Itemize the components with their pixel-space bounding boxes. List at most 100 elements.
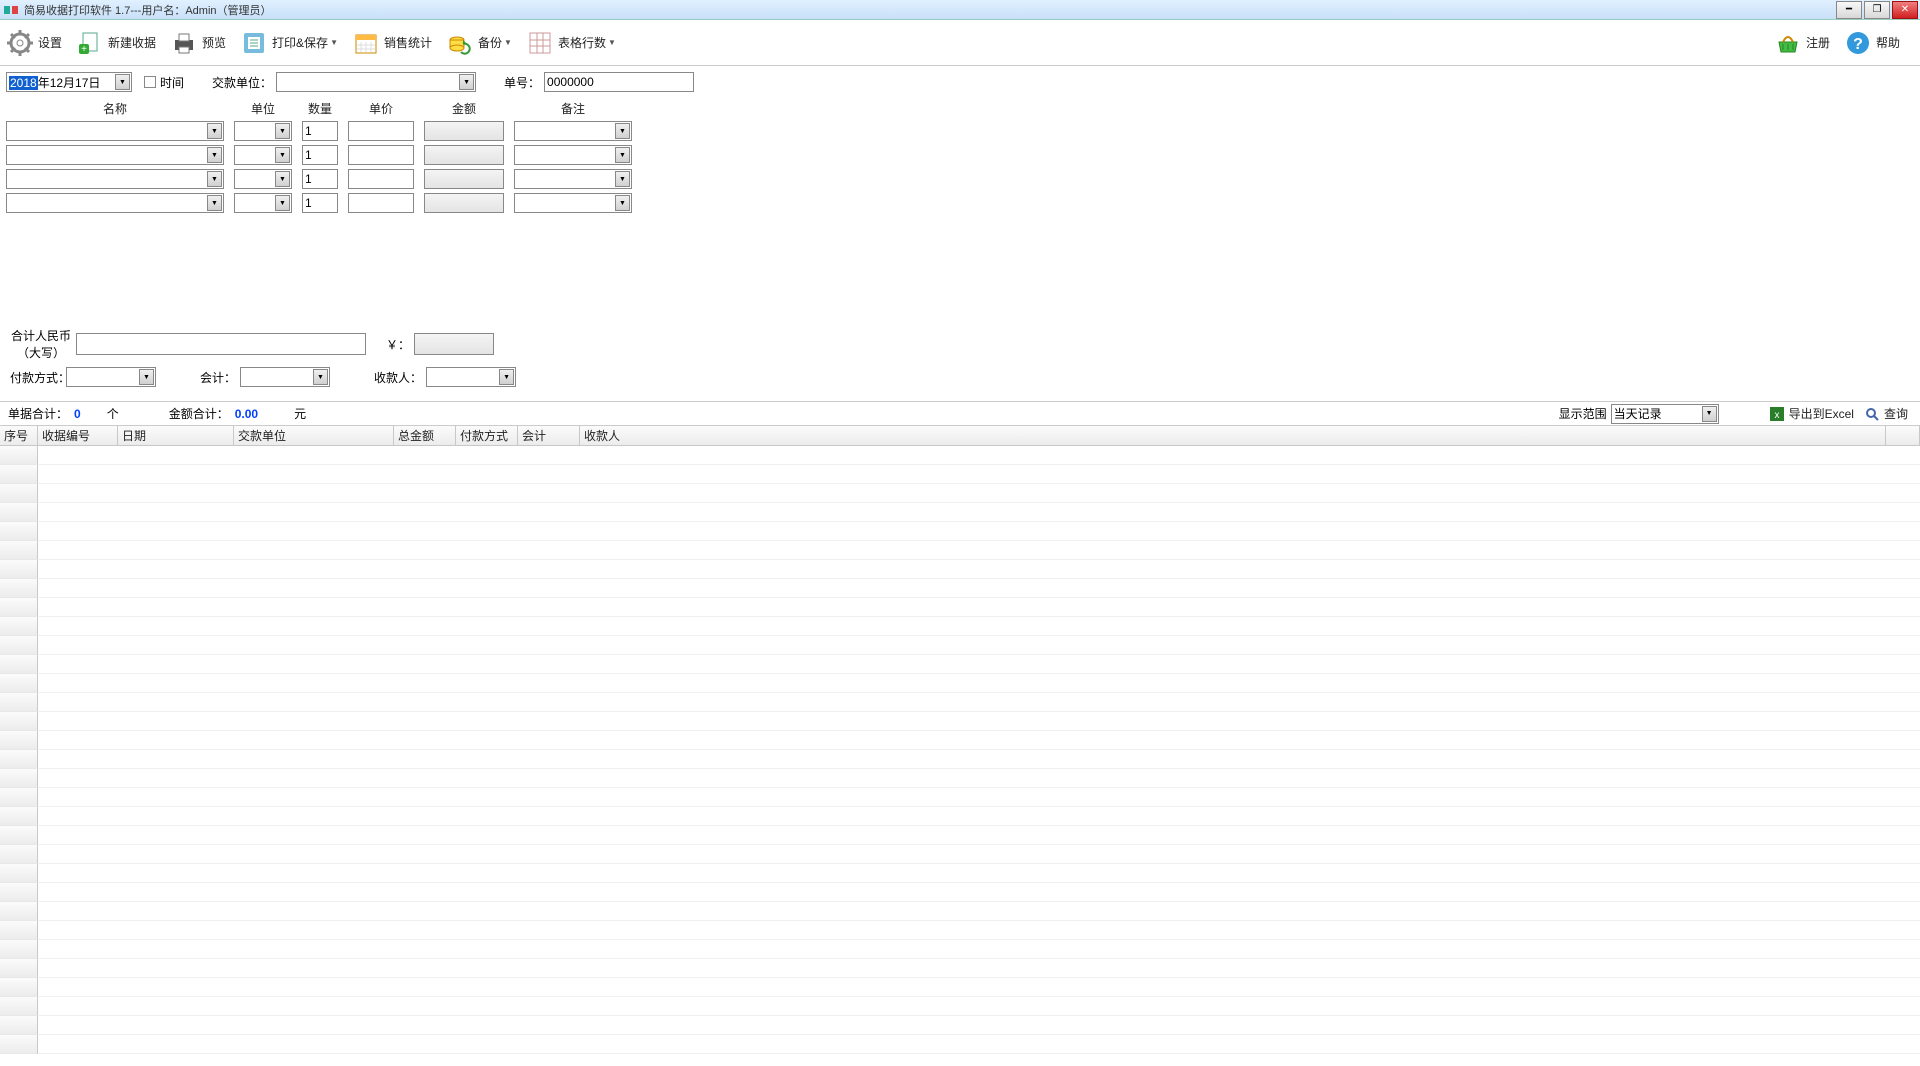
minimize-button[interactable]: ━ xyxy=(1836,1,1862,19)
table-row[interactable] xyxy=(0,1016,1920,1035)
row-header xyxy=(0,712,38,731)
maximize-button[interactable]: ❐ xyxy=(1864,1,1890,19)
close-button[interactable]: ✕ xyxy=(1892,1,1918,19)
col-accountant[interactable]: 会计 xyxy=(518,426,580,445)
table-row[interactable] xyxy=(0,560,1920,579)
item-qty-input[interactable] xyxy=(302,121,338,141)
item-qty-input[interactable] xyxy=(302,193,338,213)
export-excel-button[interactable]: x 导出到Excel xyxy=(1769,405,1854,422)
item-unit-combo[interactable]: ▼ xyxy=(234,145,292,165)
table-row[interactable] xyxy=(0,598,1920,617)
item-price-input[interactable] xyxy=(348,145,414,165)
table-row[interactable] xyxy=(0,807,1920,826)
preview-button[interactable]: 预览 xyxy=(170,29,226,57)
table-row[interactable] xyxy=(0,769,1920,788)
item-remark-combo[interactable]: ▼ xyxy=(514,145,632,165)
item-amount-input[interactable] xyxy=(424,121,504,141)
table-row[interactable] xyxy=(0,503,1920,522)
col-paymethod[interactable]: 付款方式 xyxy=(456,426,518,445)
query-button[interactable]: 查询 xyxy=(1864,405,1908,422)
row-header xyxy=(0,883,38,902)
item-price-input[interactable] xyxy=(348,169,414,189)
table-row[interactable] xyxy=(0,959,1920,978)
sales-stats-button[interactable]: 销售统计 xyxy=(352,29,432,57)
table-row[interactable] xyxy=(0,750,1920,769)
payee-combo[interactable]: ▼ xyxy=(426,367,516,387)
item-name-combo[interactable]: ▼ xyxy=(6,169,224,189)
docno-input[interactable] xyxy=(544,72,694,92)
chevron-down-icon: ▼ xyxy=(207,195,222,211)
col-seq[interactable]: 序号 xyxy=(0,426,38,445)
row-header xyxy=(0,902,38,921)
backup-button[interactable]: 备份 ▼ xyxy=(446,29,512,57)
table-row[interactable] xyxy=(0,522,1920,541)
item-row: ▼ ▼ ▼ xyxy=(6,145,1914,165)
table-row[interactable] xyxy=(0,864,1920,883)
accountant-combo[interactable]: ▼ xyxy=(240,367,330,387)
preview-label: 预览 xyxy=(202,34,226,51)
table-row[interactable] xyxy=(0,693,1920,712)
backup-label: 备份 xyxy=(478,34,502,51)
col-payee[interactable]: 收款人 xyxy=(580,426,1886,445)
item-qty-input[interactable] xyxy=(302,169,338,189)
item-amount-input[interactable] xyxy=(424,169,504,189)
time-checkbox[interactable] xyxy=(144,76,156,88)
table-row[interactable] xyxy=(0,712,1920,731)
register-button[interactable]: 注册 xyxy=(1774,29,1830,57)
table-row[interactable] xyxy=(0,845,1920,864)
date-picker[interactable]: 2018年12月17日 ▼ xyxy=(6,72,132,92)
item-name-combo[interactable]: ▼ xyxy=(6,121,224,141)
item-amount-input[interactable] xyxy=(424,193,504,213)
table-row[interactable] xyxy=(0,446,1920,465)
item-qty-input[interactable] xyxy=(302,145,338,165)
table-body[interactable] xyxy=(0,446,1920,1066)
pay-method-combo[interactable]: ▼ xyxy=(66,367,156,387)
table-row[interactable] xyxy=(0,655,1920,674)
item-remark-combo[interactable]: ▼ xyxy=(514,169,632,189)
item-price-input[interactable] xyxy=(348,193,414,213)
help-button[interactable]: ? 帮助 xyxy=(1844,29,1900,57)
table-row[interactable] xyxy=(0,883,1920,902)
table-row[interactable] xyxy=(0,731,1920,750)
item-name-combo[interactable]: ▼ xyxy=(6,145,224,165)
table-row[interactable] xyxy=(0,940,1920,959)
col-total[interactable]: 总金额 xyxy=(394,426,456,445)
table-rows-button[interactable]: 表格行数 ▼ xyxy=(526,29,616,57)
total-amount-input[interactable] xyxy=(414,333,494,355)
print-save-button[interactable]: 打印&保存 ▼ xyxy=(240,29,338,57)
item-remark-combo[interactable]: ▼ xyxy=(514,121,632,141)
item-unit-combo[interactable]: ▼ xyxy=(234,121,292,141)
table-row[interactable] xyxy=(0,921,1920,940)
range-combo[interactable]: 当天记录▼ xyxy=(1611,404,1719,424)
col-date[interactable]: 日期 xyxy=(118,426,234,445)
table-row[interactable] xyxy=(0,826,1920,845)
chevron-down-icon: ▼ xyxy=(275,171,290,187)
gear-icon xyxy=(6,29,34,57)
item-unit-combo[interactable]: ▼ xyxy=(234,193,292,213)
table-row[interactable] xyxy=(0,902,1920,921)
table-row[interactable] xyxy=(0,997,1920,1016)
col-payer[interactable]: 交款单位 xyxy=(234,426,394,445)
table-row[interactable] xyxy=(0,617,1920,636)
col-receipt-no[interactable]: 收据编号 xyxy=(38,426,118,445)
settings-button[interactable]: 设置 xyxy=(6,29,62,57)
table-row[interactable] xyxy=(0,579,1920,598)
table-row[interactable] xyxy=(0,636,1920,655)
table-row[interactable] xyxy=(0,978,1920,997)
table-row[interactable] xyxy=(0,484,1920,503)
item-price-input[interactable] xyxy=(348,121,414,141)
table-row[interactable] xyxy=(0,465,1920,484)
new-receipt-button[interactable]: + 新建收据 xyxy=(76,29,156,57)
total-rmb-words-input[interactable] xyxy=(76,333,366,355)
table-row[interactable] xyxy=(0,541,1920,560)
item-unit-combo[interactable]: ▼ xyxy=(234,169,292,189)
item-remark-combo[interactable]: ▼ xyxy=(514,193,632,213)
item-amount-input[interactable] xyxy=(424,145,504,165)
table-row[interactable] xyxy=(0,1035,1920,1054)
payer-combo[interactable]: ▼ xyxy=(276,72,476,92)
table-row[interactable] xyxy=(0,788,1920,807)
table-row[interactable] xyxy=(0,674,1920,693)
title-bar: 简易收据打印软件 1.7---用户名：Admin（管理员） ━ ❐ ✕ xyxy=(0,0,1920,20)
new-document-icon: + xyxy=(76,29,104,57)
item-name-combo[interactable]: ▼ xyxy=(6,193,224,213)
